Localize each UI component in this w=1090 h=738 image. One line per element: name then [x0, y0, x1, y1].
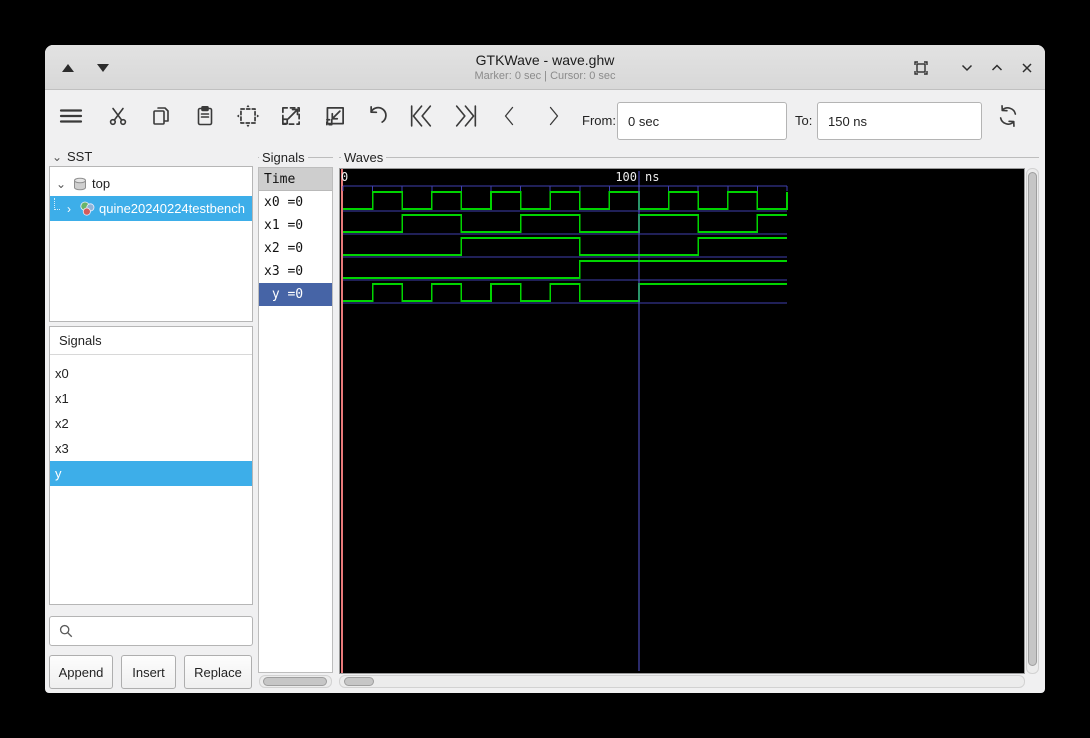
waves-hscrollbar-thumb[interactable]	[344, 677, 374, 686]
sst-tree-item-top[interactable]: ⌄ top	[50, 171, 252, 196]
signals-list-header: Signals	[50, 327, 252, 355]
namecol-hscrollbar[interactable]	[259, 675, 332, 688]
tree-item-label: quine20240224testbench	[99, 201, 246, 216]
signals-list-panel: Signals x0 x1 x2 x3 y	[49, 326, 253, 605]
cut-button[interactable]	[103, 101, 133, 131]
expander-closed-icon[interactable]: ›	[62, 202, 76, 216]
wave-name-row-y[interactable]: y =0	[259, 283, 332, 306]
step-right-button[interactable]	[538, 101, 568, 131]
zoom-in-button[interactable]	[276, 101, 306, 131]
svg-text:100: 100	[615, 170, 637, 184]
chevron-down-icon	[961, 64, 973, 72]
component-icon	[80, 201, 95, 216]
fit-frame-icon	[914, 61, 928, 75]
waves-hscrollbar[interactable]	[339, 675, 1025, 688]
undo-icon	[370, 106, 387, 123]
cut-icon	[109, 107, 127, 126]
waves-vscrollbar[interactable]	[1026, 168, 1039, 674]
signal-list-item-x3[interactable]: x3	[50, 436, 252, 461]
to-label: To:	[795, 113, 813, 128]
wave-name-row-x2[interactable]: x2 =0	[259, 237, 332, 260]
close-icon	[1022, 63, 1032, 73]
wave-name-row-x3[interactable]: x3 =0	[259, 260, 332, 283]
zoom-in-icon	[282, 107, 300, 125]
marker-cursor-status: Marker: 0 sec | Cursor: 0 sec	[474, 70, 616, 82]
copy-button[interactable]	[146, 101, 176, 131]
wave-name-row-x1[interactable]: x1 =0	[259, 214, 332, 237]
titlebar[interactable]: GTKWave - wave.ghw Marker: 0 sec | Curso…	[45, 45, 1045, 90]
replace-button[interactable]: Replace	[184, 655, 252, 689]
from-label: From:	[582, 113, 616, 128]
svg-text:0: 0	[341, 170, 348, 184]
reload-icon	[999, 105, 1017, 127]
wave-canvas[interactable]: 0 100 ns	[339, 168, 1025, 674]
svg-text:ns: ns	[645, 170, 659, 184]
time-header[interactable]: Time	[259, 168, 332, 191]
signal-list-item-x1[interactable]: x1	[50, 386, 252, 411]
waves-frame-line	[339, 157, 1039, 158]
sst-collapse-chevron-icon[interactable]: ⌄	[50, 150, 64, 164]
signals-frame-label: Signals	[259, 150, 308, 165]
namecol-hscrollbar-thumb[interactable]	[263, 677, 327, 686]
zoom-out-icon	[326, 107, 344, 126]
skip-to-end-button[interactable]	[451, 101, 481, 131]
tree-item-label: top	[92, 176, 111, 191]
window-title: GTKWave - wave.ghw	[475, 52, 615, 68]
sst-tree-panel: ⌄ top › quine20240224testbench	[49, 166, 253, 322]
signal-list-item-x2[interactable]: x2	[50, 411, 252, 436]
menu-icon	[59, 109, 83, 123]
skip-to-start-button[interactable]	[406, 101, 436, 131]
paste-icon	[197, 105, 213, 126]
trace-x1	[343, 214, 787, 233]
skip-to-end-icon	[455, 105, 477, 127]
menu-button[interactable]	[56, 101, 86, 131]
waves-frame-label: Waves	[341, 150, 387, 165]
to-input[interactable]	[817, 102, 982, 140]
paste-button[interactable]	[190, 101, 220, 131]
copy-icon	[153, 107, 169, 125]
zoom-fit-icon	[236, 104, 260, 128]
minimize-button[interactable]	[957, 58, 977, 78]
tree-guide-line	[54, 197, 60, 210]
sst-frame-label: SST	[64, 149, 96, 164]
from-input[interactable]	[617, 102, 787, 140]
zoom-window-button[interactable]	[911, 58, 931, 78]
maximize-button[interactable]	[987, 58, 1007, 78]
wave-name-row-x0[interactable]: x0 =0	[259, 191, 332, 214]
chevron-left-icon	[504, 106, 514, 126]
trace-x3	[343, 260, 787, 279]
skip-to-start-icon	[410, 105, 432, 127]
signal-search-input[interactable]	[74, 617, 252, 645]
gtkwave-window: GTKWave - wave.ghw Marker: 0 sec | Curso…	[45, 45, 1045, 693]
trace-y	[343, 283, 787, 302]
undo-button[interactable]	[362, 101, 392, 131]
module-icon	[74, 177, 86, 190]
signal-list-item-y[interactable]: y	[50, 461, 252, 486]
chevron-up-icon	[991, 64, 1003, 71]
wave-name-column: Time x0 =0 x1 =0 x2 =0 x3 =0 y =0	[258, 167, 333, 673]
expander-open-icon[interactable]: ⌄	[54, 177, 68, 191]
chevron-right-icon	[549, 106, 559, 126]
trace-x0	[343, 191, 788, 210]
zoom-fit-button[interactable]	[233, 101, 263, 131]
zoom-out-button[interactable]	[320, 101, 350, 131]
sst-frame-header[interactable]: ⌄ SST	[50, 149, 96, 164]
toolbar: From: To:	[45, 91, 1045, 149]
signal-search-box[interactable]	[49, 616, 253, 646]
close-button[interactable]	[1017, 58, 1037, 78]
waves-vscrollbar-thumb[interactable]	[1028, 172, 1037, 666]
append-button[interactable]: Append	[49, 655, 113, 689]
insert-button[interactable]: Insert	[121, 655, 176, 689]
search-icon	[59, 624, 73, 638]
step-left-button[interactable]	[495, 101, 525, 131]
trace-x2	[343, 237, 787, 256]
wave-svg: 0 100 ns	[341, 169, 788, 673]
reload-button[interactable]	[993, 101, 1023, 131]
sst-tree-item-testbench[interactable]: › quine20240224testbench	[50, 196, 252, 221]
signal-list-item-x0[interactable]: x0	[50, 361, 252, 386]
